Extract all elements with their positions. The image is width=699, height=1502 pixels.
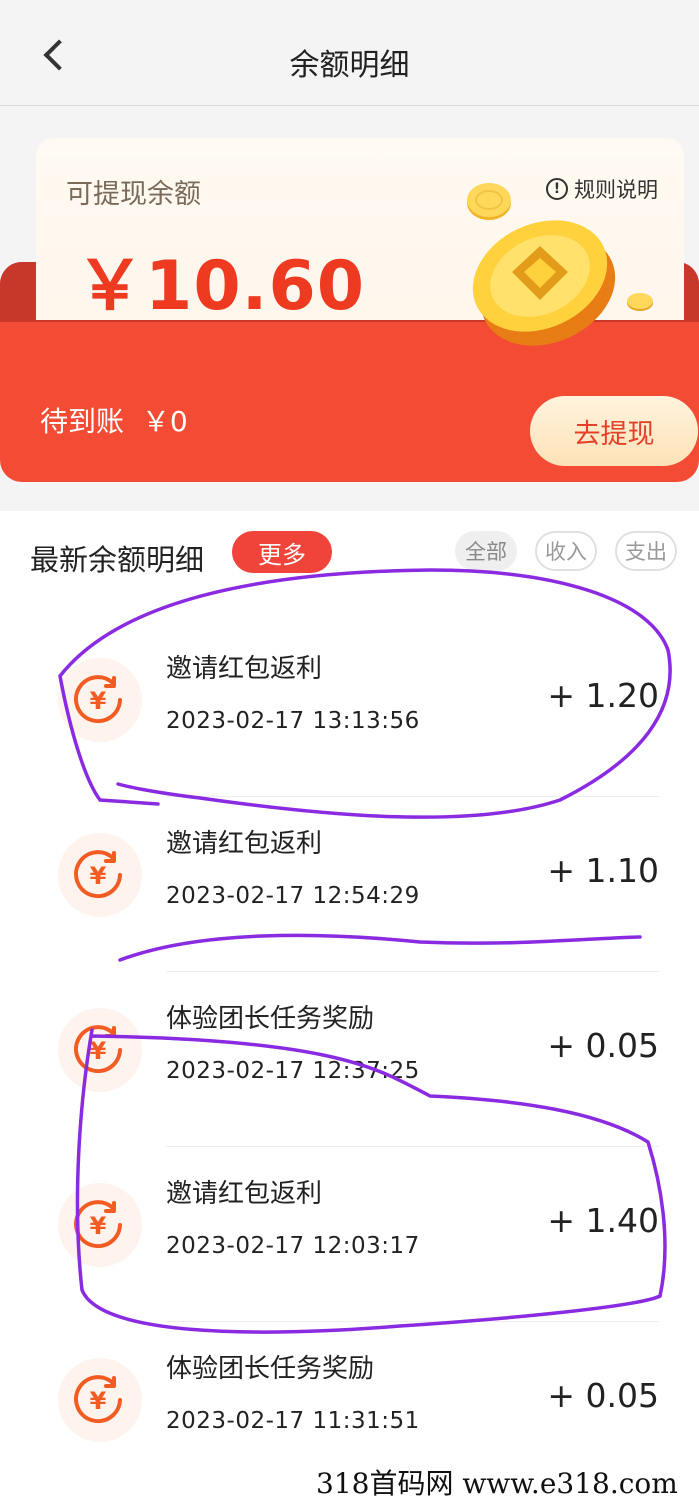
list-item[interactable]: ¥ 邀请红包返利 2023-02-17 12:03:17 + 1.40 — [0, 1147, 699, 1322]
svg-text:¥: ¥ — [90, 1212, 107, 1240]
svg-text:¥: ¥ — [90, 687, 107, 715]
item-name: 体验团长任务奖励 — [166, 1004, 375, 1034]
svg-text:¥: ¥ — [90, 862, 107, 890]
yuan-refund-icon: ¥ — [58, 1008, 142, 1092]
item-amount: + 1.20 — [547, 676, 659, 715]
yuan-refund-icon: ¥ — [58, 658, 142, 742]
nav-bar: 余额明细 — [0, 0, 699, 106]
gold-coin-icon — [472, 220, 616, 346]
pending-label: 待到账 — [40, 405, 125, 438]
pending-amount: ￥0 — [141, 405, 188, 438]
item-time: 2023-02-17 12:03:17 — [166, 1233, 420, 1259]
svg-text:¥: ¥ — [90, 1387, 107, 1415]
filter-income[interactable]: 收入 — [535, 531, 597, 571]
item-amount: + 0.05 — [547, 1026, 659, 1065]
list-item[interactable]: ¥ 邀请红包返利 2023-02-17 12:54:29 + 1.10 — [0, 797, 699, 972]
filter-all[interactable]: 全部 — [455, 531, 517, 571]
item-name: 邀请红包返利 — [166, 829, 323, 859]
yuan-refund-icon: ¥ — [58, 1183, 142, 1267]
withdraw-button[interactable]: 去提现 — [530, 396, 698, 466]
rules-label: 规则说明 — [574, 178, 658, 202]
page-title: 余额明细 — [289, 48, 410, 83]
tiny-coin-icon — [627, 293, 653, 311]
item-name: 邀请红包返利 — [166, 654, 323, 684]
pending-info: 待到账 ￥0 — [40, 400, 188, 440]
yuan-refund-icon: ¥ — [58, 1358, 142, 1442]
yuan-refund-icon: ¥ — [58, 833, 142, 917]
more-button[interactable]: 更多 — [232, 531, 332, 573]
item-amount: + 1.40 — [547, 1201, 659, 1240]
section-title: 最新余额明细 — [30, 543, 205, 577]
rules-link[interactable]: ! 规则说明 — [546, 174, 658, 204]
balance-label: 可提现余额 — [66, 179, 201, 210]
svg-text:¥: ¥ — [90, 1037, 107, 1065]
balance-amount: ￥10.60 — [76, 247, 366, 326]
item-time: 2023-02-17 13:13:56 — [166, 708, 420, 734]
watermark-text: 318首码网 www.e318.com — [312, 1462, 682, 1502]
item-amount: + 1.10 — [547, 851, 659, 890]
filter-expense[interactable]: 支出 — [615, 531, 677, 571]
info-icon: ! — [546, 178, 568, 200]
item-name: 体验团长任务奖励 — [166, 1354, 375, 1384]
item-time: 2023-02-17 12:54:29 — [166, 883, 420, 909]
list-item[interactable]: ¥ 体验团长任务奖励 2023-02-17 12:37:25 + 0.05 — [0, 972, 699, 1147]
list-item[interactable]: ¥ 邀请红包返利 2023-02-17 13:13:56 + 1.20 — [0, 622, 699, 797]
filter-group: 全部 收入 支出 — [455, 531, 677, 571]
item-time: 2023-02-17 11:31:51 — [166, 1408, 420, 1434]
item-time: 2023-02-17 12:37:25 — [166, 1058, 420, 1084]
item-name: 邀请红包返利 — [166, 1179, 323, 1209]
item-amount: + 0.05 — [547, 1376, 659, 1415]
